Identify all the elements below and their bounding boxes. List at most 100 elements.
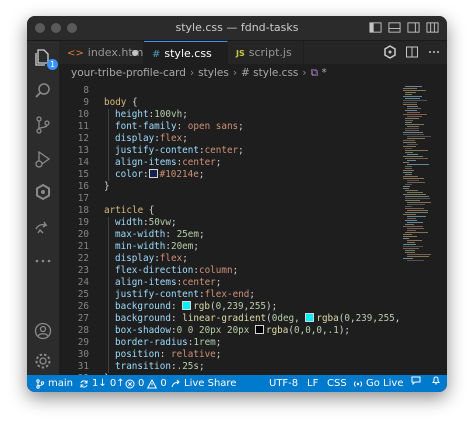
indent-guide: [108, 313, 109, 325]
code-line[interactable]: 29 border-radius:1rem;: [59, 337, 399, 349]
code-line[interactable]: 20 max-width: 25em;: [59, 229, 399, 241]
code-line[interactable]: 21 min-width:20em;: [59, 241, 399, 253]
problems-status[interactable]: 0 0: [125, 375, 167, 392]
code-line[interactable]: 16}: [59, 181, 399, 193]
tab-index-html[interactable]: <> index.html: [59, 41, 146, 64]
unsaved-dot-icon[interactable]: [132, 50, 138, 56]
code-token: article: [104, 205, 149, 216]
code-line[interactable]: 8: [59, 85, 399, 97]
sync-status[interactable]: 1↓ 0↑: [79, 375, 125, 392]
code-line[interactable]: 31 transition:.25s;: [59, 361, 399, 373]
settings-gear-icon[interactable]: [33, 351, 53, 371]
accounts-icon[interactable]: [33, 321, 53, 341]
eol-status[interactable]: LF: [307, 375, 318, 392]
code-line[interactable]: 19 width:50vw;: [59, 217, 399, 229]
color-swatch[interactable]: [148, 169, 158, 178]
go-live-status[interactable]: Go Live: [353, 375, 403, 392]
split-editor-icon[interactable]: [405, 45, 419, 59]
breadcrumb-folder[interactable]: styles: [198, 67, 229, 79]
code-line[interactable]: 26 background: rgb(0,239,255);: [59, 301, 399, 313]
feedback-icon[interactable]: [411, 375, 421, 385]
code-line[interactable]: 24 align-items:center;: [59, 277, 399, 289]
minimap-line: [403, 102, 417, 103]
minimap-line: [407, 112, 420, 113]
more-views-icon[interactable]: [33, 251, 53, 271]
language-status[interactable]: CSS: [327, 375, 347, 392]
minimap-line: [407, 164, 429, 165]
minimap-line: [403, 162, 409, 163]
tab-script-js[interactable]: JS script.js: [228, 41, 304, 64]
code-token: ;: [198, 169, 205, 180]
search-icon[interactable]: [33, 81, 53, 101]
code-line[interactable]: 11 font-family: open sans;: [59, 121, 399, 133]
code-line[interactable]: 10 height:100vh;: [59, 109, 399, 121]
code-token: box-shadow: [115, 325, 171, 336]
code-text: justify-content:center;: [115, 145, 244, 157]
live-share-status[interactable]: Live Share: [171, 375, 236, 392]
notifications-bell-icon[interactable]: [431, 375, 441, 385]
code-line[interactable]: 15 color: #10214e;: [59, 169, 399, 181]
remote-explorer-icon[interactable]: [33, 217, 53, 237]
tab-style-css[interactable]: # style.css: [144, 41, 228, 64]
minimap-line: [407, 202, 431, 203]
code-line[interactable]: 28 box-shadow:0 0 20px 20px rgba(0,0,0,.1…: [59, 325, 399, 337]
extension-action-icon[interactable]: [383, 45, 397, 59]
minimap-line: [405, 86, 422, 87]
more-actions-icon[interactable]: [427, 45, 441, 59]
color-swatch[interactable]: [254, 325, 264, 334]
code-token: rgba: [265, 325, 289, 336]
explorer-icon[interactable]: 1: [33, 47, 58, 70]
code-line[interactable]: 23 flex-direction:column;: [59, 265, 399, 277]
minimap-line: [407, 160, 416, 161]
minimap-line: [403, 236, 417, 237]
tab-label: script.js: [248, 46, 292, 59]
line-number: 23: [77, 265, 89, 276]
minimap-line: [407, 216, 426, 217]
encoding-status[interactable]: UTF-8: [269, 375, 298, 392]
toggle-sidebar-icon[interactable]: [369, 21, 382, 34]
code-line[interactable]: 25 justify-content:flex-end;: [59, 289, 399, 301]
minimap-line: [405, 208, 424, 209]
code-line[interactable]: 27 background: linear-gradient(0deg, rgba…: [59, 313, 399, 325]
code-token: center: [182, 277, 216, 288]
run-debug-icon[interactable]: [33, 149, 53, 169]
broadcast-icon: [353, 380, 363, 387]
code-line[interactable]: 12 display:flex;: [59, 133, 399, 145]
toggle-panel-icon[interactable]: [388, 21, 401, 34]
minimap-line: [403, 244, 416, 245]
color-swatch[interactable]: [305, 313, 315, 322]
line-number: 30: [77, 349, 89, 360]
code-editor[interactable]: 8 9 body {10 height:100vh; 11 font-family: op…: [59, 82, 399, 375]
code-line[interactable]: 9 body {: [59, 97, 399, 109]
code-token: min-width: [115, 241, 166, 252]
code-token: justify-content: [115, 145, 199, 156]
code-text: article {: [104, 205, 154, 217]
code-line[interactable]: 13 justify-content:center;: [59, 145, 399, 157]
code-token: );: [338, 325, 351, 336]
line-number: 26: [77, 301, 89, 312]
minimap-line: [407, 144, 418, 145]
minimap-line: [407, 240, 422, 241]
branch-status[interactable]: main: [35, 375, 73, 392]
code-line[interactable]: 30 position: relative;: [59, 349, 399, 361]
code-line[interactable]: 22 display:flex;: [59, 253, 399, 265]
minimap[interactable]: [399, 82, 447, 375]
code-line[interactable]: 18 article {: [59, 205, 399, 217]
minimap-line: [403, 234, 412, 235]
code-line[interactable]: 17: [59, 193, 399, 205]
breadcrumb-folder[interactable]: your-tribe-profile-card: [71, 67, 186, 79]
breadcrumb-file[interactable]: # style.css: [241, 67, 298, 79]
breadcrumb-symbol[interactable]: *: [321, 67, 326, 79]
color-swatch[interactable]: [182, 301, 192, 310]
code-line[interactable]: 14 align-items:center;: [59, 157, 399, 169]
code-text: background: rgb(0,239,255);: [115, 301, 277, 313]
extensions-icon[interactable]: [33, 183, 53, 203]
minimap-line: [407, 180, 419, 181]
customize-layout-icon[interactable]: [426, 21, 439, 34]
toggle-secondary-sidebar-icon[interactable]: [407, 21, 420, 34]
indent-guide: [108, 301, 109, 313]
code-text: background: linear-gradient(0deg, rgba(0…: [115, 313, 399, 325]
indent-guide: [108, 349, 109, 361]
chevron-right-icon: ›: [232, 67, 238, 79]
source-control-icon[interactable]: [33, 115, 53, 135]
